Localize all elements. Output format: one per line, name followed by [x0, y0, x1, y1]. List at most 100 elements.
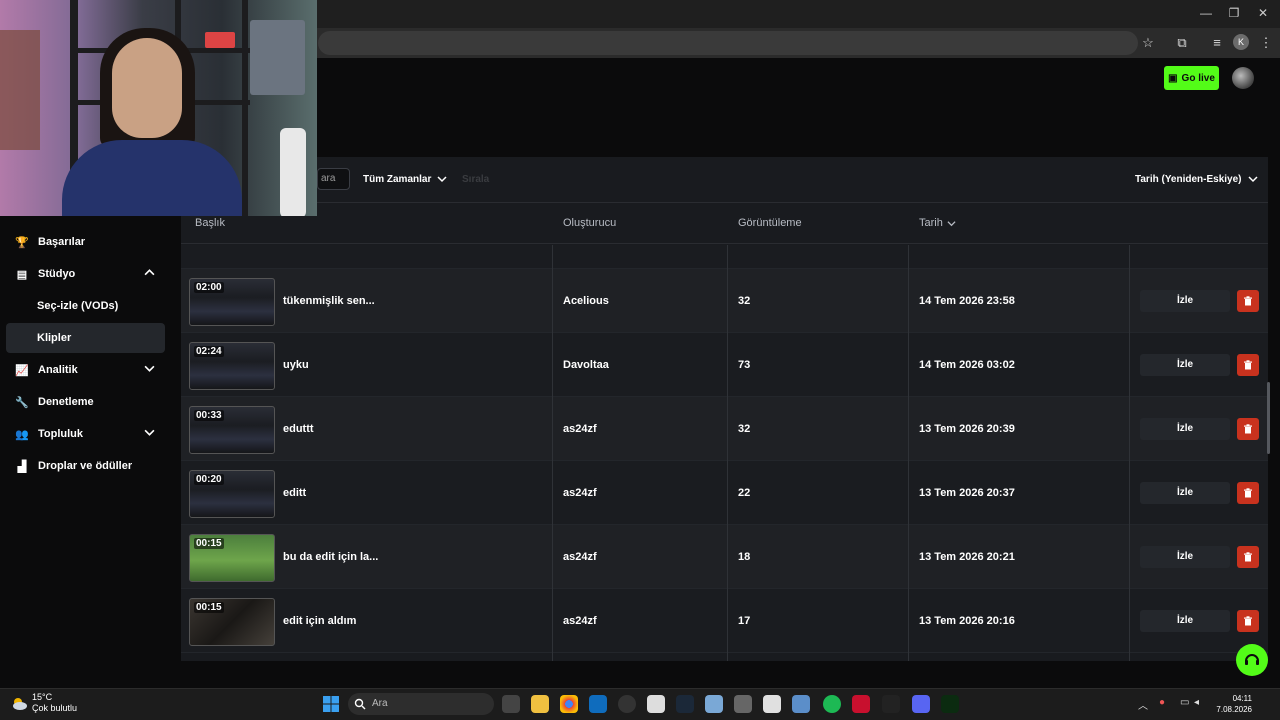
- app-icon[interactable]: [647, 695, 665, 713]
- minimize-icon[interactable]: —: [1196, 4, 1216, 22]
- browser-profile-avatar[interactable]: K: [1233, 34, 1249, 50]
- clip-views: 18: [738, 551, 751, 563]
- watch-button[interactable]: İzle: [1140, 290, 1230, 312]
- browser-menu-icon[interactable]: ⋮: [1256, 33, 1276, 53]
- temperature: 15°C: [32, 692, 53, 702]
- table-header: [181, 204, 1268, 244]
- volume-icon[interactable]: ◂: [1194, 697, 1199, 708]
- sidebar-item-achievements[interactable]: 🏆 Başarılar: [6, 227, 165, 257]
- calculator-icon[interactable]: [705, 695, 723, 713]
- clip-creator[interactable]: as24zf: [563, 461, 597, 525]
- support-button[interactable]: [1236, 644, 1268, 676]
- clip-creator[interactable]: as24zf: [563, 525, 597, 589]
- trophy-icon: 🏆: [15, 236, 29, 249]
- clip-creator[interactable]: as24zf: [563, 397, 597, 461]
- terminal-icon[interactable]: [882, 695, 900, 713]
- go-live-button[interactable]: ▣ Go live: [1164, 66, 1219, 90]
- steam-icon[interactable]: [676, 695, 694, 713]
- search-input[interactable]: ara: [317, 168, 350, 190]
- weather-widget[interactable]: 15°C Çok bulutlu: [10, 692, 77, 714]
- network-icon[interactable]: ▭: [1180, 697, 1189, 708]
- clip-thumbnail[interactable]: 00:33: [189, 406, 275, 454]
- watch-button[interactable]: İzle: [1140, 482, 1230, 504]
- address-bar[interactable]: [318, 31, 1138, 55]
- table-row: 02:00 tükenmişlik sen... Acelious 32 14 Tem …: [181, 269, 1268, 333]
- sidebar: 🏆 Başarılar ▤ Stüdyo Seç-izle (VODs) Kli…: [0, 216, 181, 688]
- extensions-icon[interactable]: ⧉: [1172, 33, 1192, 53]
- sidebar-item-drops[interactable]: ▟ Droplar ve ödüller: [6, 451, 165, 481]
- studio-icon: ▤: [16, 268, 28, 281]
- sidebar-item-label: Stüdyo: [38, 268, 76, 280]
- clip-thumbnail[interactable]: 00:20: [189, 470, 275, 518]
- microphone-app-icon[interactable]: [734, 695, 752, 713]
- sidebar-item-clips[interactable]: Klipler: [6, 323, 165, 353]
- delete-button[interactable]: [1237, 290, 1259, 312]
- kick-app-icon[interactable]: [941, 695, 959, 713]
- maximize-icon[interactable]: ❐: [1224, 4, 1244, 22]
- sidebar-item-moderation[interactable]: 🔧 Denetleme: [6, 387, 165, 417]
- taskbar-search-label: Ara: [372, 698, 388, 709]
- file-explorer-icon[interactable]: [531, 695, 549, 713]
- discord-icon[interactable]: [912, 695, 930, 713]
- obs-icon[interactable]: [618, 695, 636, 713]
- clip-creator[interactable]: Acelious: [563, 269, 609, 333]
- delete-button[interactable]: [1237, 418, 1259, 440]
- outlook-icon[interactable]: [589, 695, 607, 713]
- delete-button[interactable]: [1237, 546, 1259, 568]
- table-row: 02:24 uyku Davoltaa 73 14 Tem 2026 03:02 İzle: [181, 333, 1268, 397]
- wrench-icon: 🔧: [15, 396, 29, 409]
- clip-creator[interactable]: as24zf: [563, 589, 597, 653]
- sidebar-item-vods[interactable]: Seç-izle (VODs): [6, 291, 165, 321]
- chevron-down-icon: [437, 176, 447, 183]
- delete-button[interactable]: [1237, 610, 1259, 632]
- notepad-icon[interactable]: [792, 695, 810, 713]
- sidebar-item-studio[interactable]: ▤ Stüdyo: [6, 259, 165, 289]
- watch-button[interactable]: İzle: [1140, 546, 1230, 568]
- column-header-date[interactable]: Tarih: [919, 217, 956, 229]
- sidebar-item-community[interactable]: 👥 Topluluk: [6, 419, 165, 449]
- drops-icon: ▟: [17, 460, 27, 473]
- sort-chevron-icon: [947, 220, 956, 226]
- clip-date: 14 Tem 2026 03:02: [919, 359, 1015, 371]
- taskbar-search[interactable]: Ara: [348, 693, 494, 715]
- clip-date: 13 Tem 2026 20:37: [919, 487, 1015, 499]
- tray-overflow-icon[interactable]: ︿: [1138, 697, 1148, 712]
- task-view-icon[interactable]: [502, 695, 520, 713]
- clip-creator[interactable]: Davoltaa: [563, 333, 609, 397]
- bookmark-star-icon[interactable]: ☆: [1138, 33, 1158, 53]
- sort-dropdown[interactable]: Tarih (Yeniden-Eskiye): [1129, 168, 1264, 190]
- clip-thumbnail[interactable]: 00:15: [189, 598, 275, 646]
- delete-button[interactable]: [1237, 482, 1259, 504]
- scrollbar-thumb[interactable]: [1267, 382, 1270, 454]
- time-filter-dropdown[interactable]: Tüm Zamanlar: [357, 168, 453, 190]
- watch-button[interactable]: İzle: [1140, 354, 1230, 376]
- snipping-tool-icon[interactable]: [763, 695, 781, 713]
- user-avatar[interactable]: [1232, 67, 1254, 89]
- tray-mic-icon[interactable]: ●: [1159, 697, 1165, 708]
- webcam-overlay: [0, 0, 317, 216]
- clip-thumbnail[interactable]: 00:15: [189, 534, 275, 582]
- media-controls-icon[interactable]: ≡: [1207, 33, 1227, 53]
- clip-duration: 00:15: [194, 602, 224, 613]
- sidebar-item-label: Denetleme: [38, 396, 94, 408]
- chrome-icon[interactable]: [560, 695, 578, 713]
- table-row: 00:20 editt as24zf 22 13 Tem 2026 20:37 İzle: [181, 461, 1268, 525]
- system-clock[interactable]: 04:11 7.08.2026: [1210, 693, 1252, 715]
- sidebar-item-label: Analitik: [38, 364, 78, 376]
- watch-button[interactable]: İzle: [1140, 418, 1230, 440]
- close-window-icon[interactable]: ✕: [1253, 4, 1273, 22]
- delete-button[interactable]: [1237, 354, 1259, 376]
- chevron-up-icon: [144, 269, 155, 276]
- spotify-icon[interactable]: [823, 695, 841, 713]
- sidebar-item-label: Seç-izle (VODs): [37, 300, 119, 312]
- column-header-views[interactable]: Görüntüleme: [738, 217, 802, 229]
- clip-thumbnail[interactable]: 02:00: [189, 278, 275, 326]
- column-header-date-label: Tarih: [919, 217, 943, 229]
- clip-date: 13 Tem 2026 20:39: [919, 423, 1015, 435]
- sidebar-item-analytics[interactable]: 📈 Analitik: [6, 355, 165, 385]
- disabled-filter-dropdown: Sırala: [462, 173, 490, 185]
- windows-start-icon[interactable]: [322, 695, 340, 713]
- red-app-icon[interactable]: [852, 695, 870, 713]
- watch-button[interactable]: İzle: [1140, 610, 1230, 632]
- clip-thumbnail[interactable]: 02:24: [189, 342, 275, 390]
